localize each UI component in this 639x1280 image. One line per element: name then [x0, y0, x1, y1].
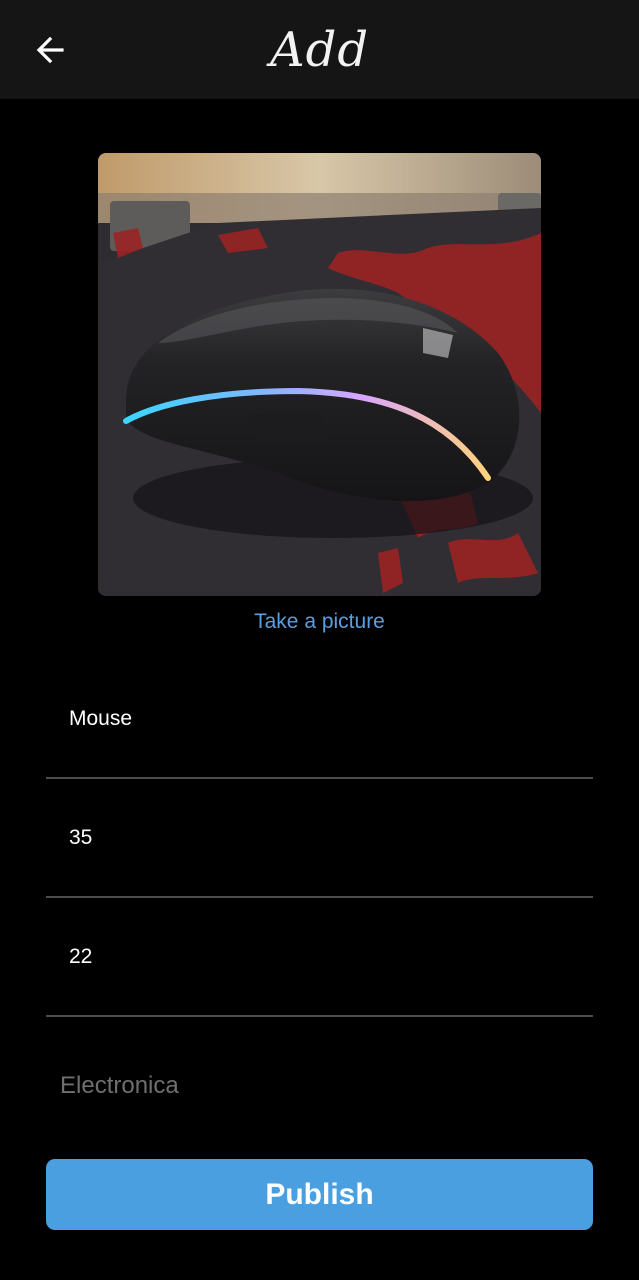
quantity-field[interactable] — [46, 899, 593, 1017]
publish-button[interactable]: Publish — [46, 1159, 593, 1230]
name-input[interactable] — [69, 661, 569, 777]
page-title: Add — [269, 22, 370, 78]
price-field[interactable] — [46, 780, 593, 898]
app-bar: Add — [0, 0, 639, 99]
quantity-input[interactable] — [69, 899, 569, 1015]
price-input[interactable] — [69, 780, 569, 896]
product-photo[interactable] — [98, 153, 541, 596]
take-picture-link[interactable]: Take a picture — [0, 606, 639, 638]
name-field[interactable] — [46, 661, 593, 779]
category-input[interactable] — [60, 1064, 580, 1108]
